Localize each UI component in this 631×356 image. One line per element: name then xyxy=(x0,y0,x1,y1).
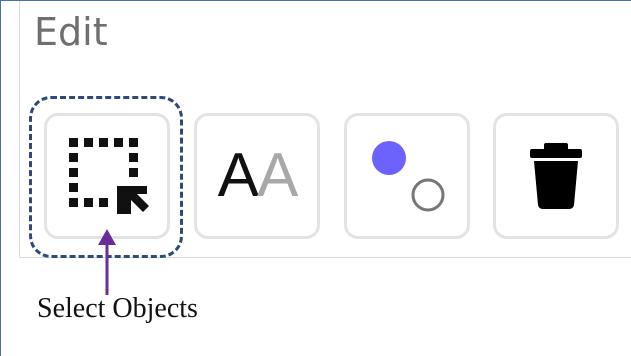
callout-arrow xyxy=(98,229,116,295)
text-style-button[interactable]: AA xyxy=(194,113,320,239)
text-aa-icon: AA xyxy=(218,145,299,207)
shapes-dot-circle-icon xyxy=(372,141,445,212)
shape-color-button[interactable] xyxy=(344,113,470,239)
text-aa-dark-glyph: A xyxy=(217,141,259,210)
delete-button[interactable] xyxy=(493,113,619,239)
callout-label: Select Objects xyxy=(37,293,198,324)
screenshot-frame: Edit AA Select Objects xyxy=(0,0,631,356)
trash-icon xyxy=(530,143,582,209)
text-aa-light-glyph: A xyxy=(257,141,298,210)
panel-title: Edit xyxy=(34,10,108,54)
